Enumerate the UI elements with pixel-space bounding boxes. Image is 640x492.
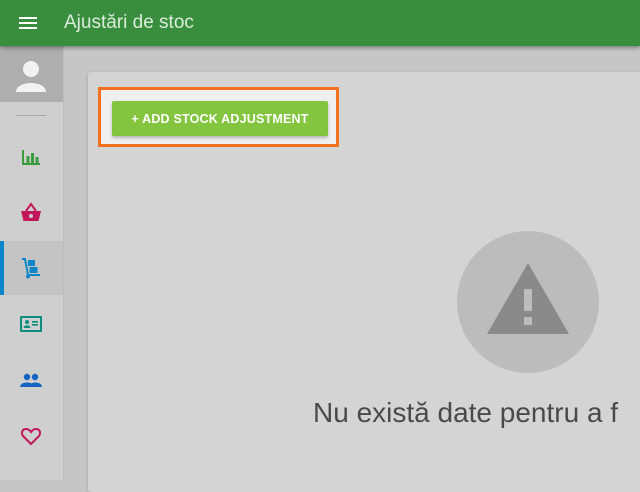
bar-chart-icon [22, 150, 40, 165]
sidebar-item-stock[interactable] [0, 241, 63, 295]
sidebar-item-employees[interactable] [0, 297, 63, 351]
page-title: Ajustări de stoc [64, 12, 194, 33]
menu-button[interactable] [16, 11, 40, 35]
empty-state-icon-circle [457, 231, 599, 373]
user-avatar-icon [16, 61, 46, 92]
add-stock-adjustment-button[interactable]: + ADD STOCK ADJUSTMENT [112, 101, 328, 136]
people-icon [20, 373, 42, 387]
shopping-basket-icon [21, 202, 41, 221]
id-card-icon [20, 316, 42, 332]
warning-triangle-icon [487, 263, 569, 334]
hand-truck-icon [22, 258, 40, 279]
top-app-bar: Ajustări de stoc [0, 0, 640, 46]
sidebar-divider [16, 115, 46, 116]
sidebar-item-loyalty[interactable] [0, 409, 63, 463]
heart-outline-icon [20, 427, 42, 446]
sidebar-item-reports[interactable] [0, 130, 63, 184]
sidebar-item-customers[interactable] [0, 353, 63, 407]
empty-state-message: Nu există date pentru a f [313, 397, 619, 428]
sidebar [0, 46, 64, 480]
avatar[interactable] [0, 46, 63, 102]
sidebar-item-sales[interactable] [0, 186, 63, 240]
hamburger-menu-icon [19, 17, 37, 29]
